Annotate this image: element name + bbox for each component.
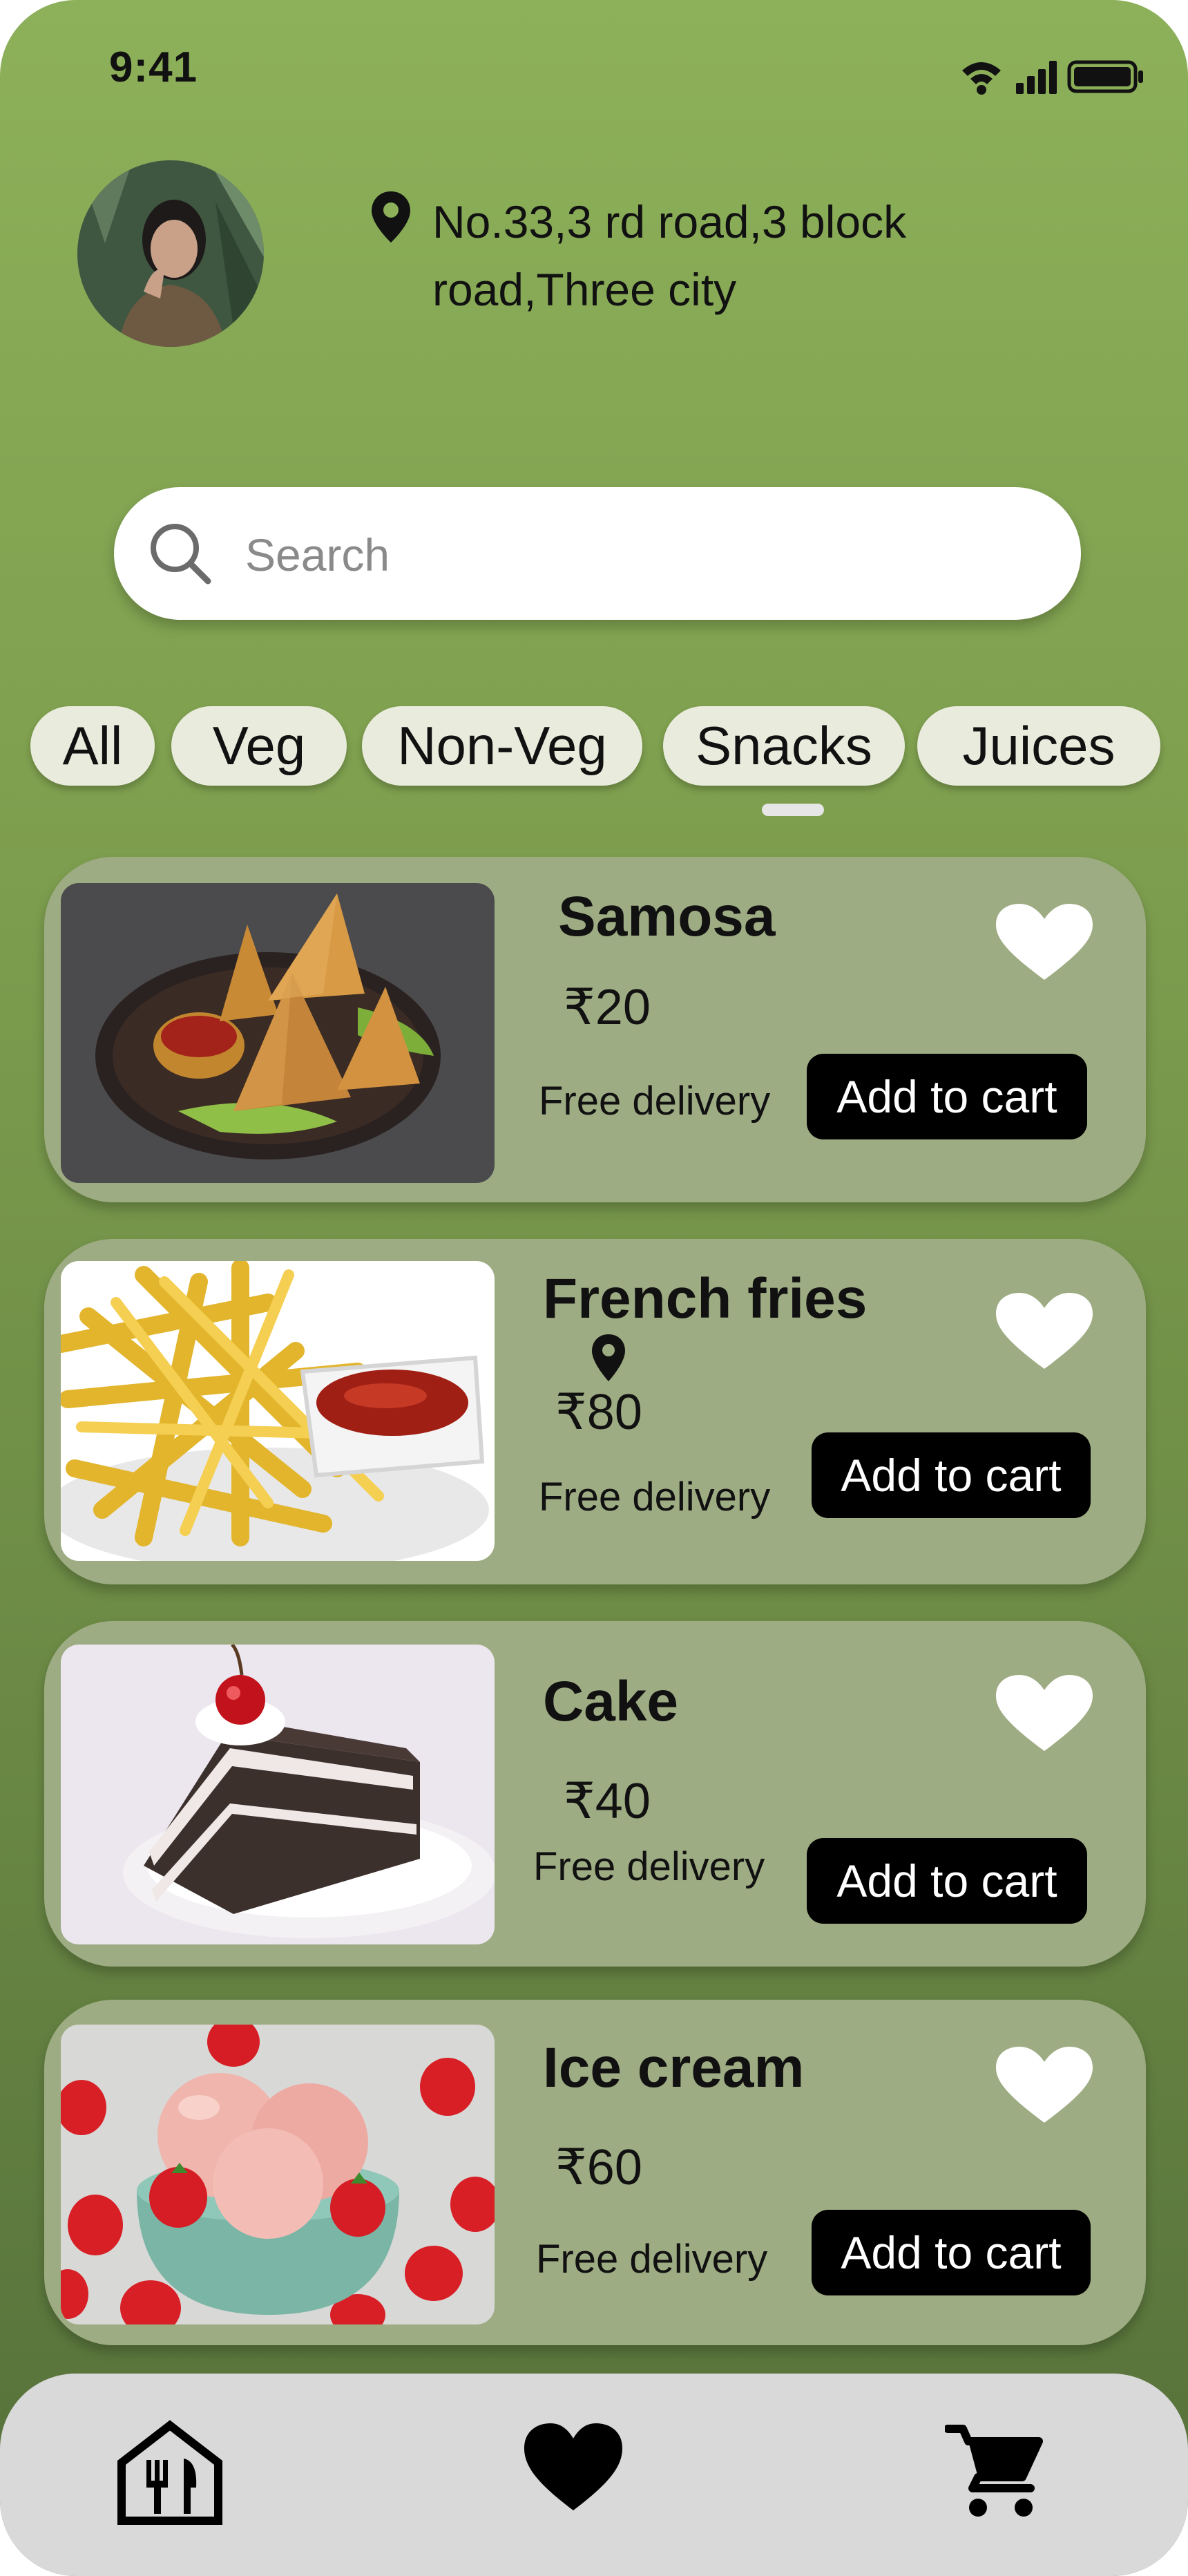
delivery-label: Free delivery xyxy=(539,1475,771,1519)
chip-veg[interactable]: Veg xyxy=(171,706,347,786)
food-image-french-fries xyxy=(61,1261,495,1561)
food-card[interactable]: Ice cream ₹60 Free delivery Add to cart xyxy=(44,2000,1146,2345)
item-price: ₹60 xyxy=(555,2140,642,2195)
wifi-icon xyxy=(962,62,1001,95)
app-screen: 9:41 No.33,3 rd road,3 block road,Three … xyxy=(0,0,1188,2576)
add-to-cart-button[interactable]: Add to cart xyxy=(807,1054,1087,1139)
avatar[interactable] xyxy=(77,160,264,347)
search-input[interactable]: Search xyxy=(245,529,390,581)
chip-all[interactable]: All xyxy=(30,706,155,786)
favorite-heart-icon[interactable] xyxy=(993,2045,1095,2125)
search-icon xyxy=(148,522,212,585)
battery-icon xyxy=(1067,60,1143,93)
item-name: Cake xyxy=(543,1670,679,1733)
delivery-label: Free delivery xyxy=(539,1079,771,1124)
delivery-label: Free delivery xyxy=(536,2237,768,2282)
chip-juices[interactable]: Juices xyxy=(917,706,1160,786)
status-icons xyxy=(957,55,1147,97)
restaurant-home-icon[interactable] xyxy=(116,2420,224,2526)
selected-category-indicator xyxy=(762,804,824,816)
item-name: Ice cream xyxy=(543,2036,805,2099)
delivery-label: Free delivery xyxy=(533,1844,765,1889)
favorite-heart-icon[interactable] xyxy=(993,1674,1095,1753)
cellular-icon xyxy=(1016,61,1057,94)
add-to-cart-button[interactable]: Add to cart xyxy=(812,2210,1091,2295)
favorite-heart-icon[interactable] xyxy=(993,1291,1095,1371)
status-time: 9:41 xyxy=(109,44,198,91)
add-to-cart-button[interactable]: Add to cart xyxy=(812,1432,1091,1518)
item-price: ₹20 xyxy=(564,980,651,1035)
food-image-samosa xyxy=(61,883,495,1183)
food-card[interactable]: Cake ₹40 Free delivery Add to cart xyxy=(44,1621,1146,1967)
favorite-heart-icon[interactable] xyxy=(993,902,1095,982)
delivery-address[interactable]: No.33,3 rd road,3 block road,Three city xyxy=(432,188,985,323)
add-to-cart-button[interactable]: Add to cart xyxy=(807,1838,1087,1924)
food-card[interactable]: Samosa ₹20 Free delivery Add to cart xyxy=(44,857,1146,1202)
cart-icon[interactable] xyxy=(943,2422,1043,2519)
search-bar[interactable]: Search xyxy=(114,487,1081,620)
food-image-ice-cream xyxy=(61,2025,495,2324)
food-card[interactable]: French fries ₹80 Free delivery Add to ca… xyxy=(44,1239,1146,1584)
location-pin-icon xyxy=(590,1333,627,1383)
item-name: Samosa xyxy=(558,885,776,948)
address-line-2: road,Three city xyxy=(432,264,737,315)
location-pin-icon xyxy=(370,190,412,244)
item-price: ₹80 xyxy=(555,1385,642,1440)
favorites-heart-icon[interactable] xyxy=(521,2422,625,2513)
avatar-image xyxy=(77,160,264,347)
item-name: French fries xyxy=(543,1267,868,1330)
item-price: ₹40 xyxy=(564,1774,651,1829)
chip-non-veg[interactable]: Non-Veg xyxy=(362,706,642,786)
food-image-cake xyxy=(61,1645,495,1944)
status-indicators-icon xyxy=(962,60,1143,95)
chip-snacks[interactable]: Snacks xyxy=(663,706,905,786)
address-line-1: No.33,3 rd road,3 block xyxy=(432,196,907,247)
